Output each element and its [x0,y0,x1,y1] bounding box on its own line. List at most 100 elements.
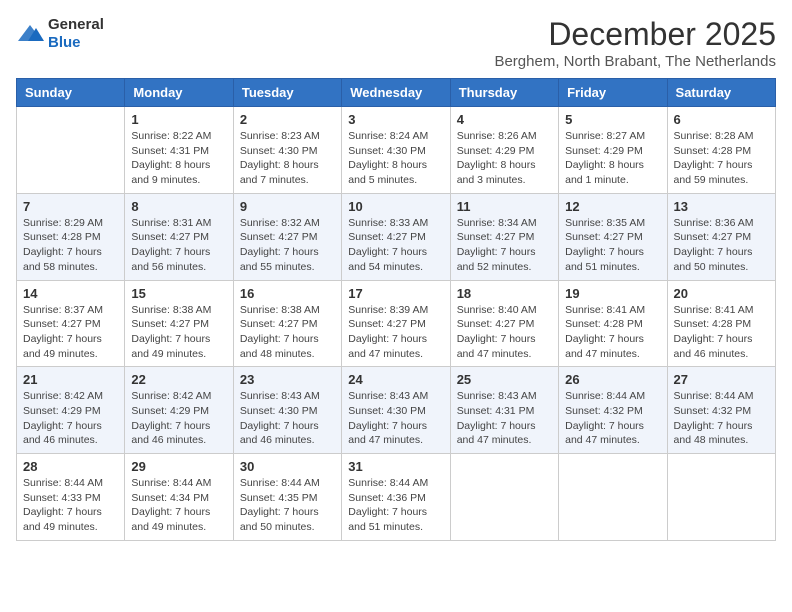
weekday-header-wednesday: Wednesday [342,79,450,107]
calendar-cell: 24 Sunrise: 8:43 AMSunset: 4:30 PMDayligh… [342,367,450,454]
cell-info: Sunrise: 8:22 AMSunset: 4:31 PMDaylight:… [131,129,226,188]
calendar-week-row: 7 Sunrise: 8:29 AMSunset: 4:28 PMDaylight… [17,193,776,280]
cell-info: Sunrise: 8:36 AMSunset: 4:27 PMDaylight:… [674,216,769,275]
cell-date-number: 23 [240,372,335,387]
cell-date-number: 18 [457,286,552,301]
weekday-header-row: SundayMondayTuesdayWednesdayThursdayFrid… [17,79,776,107]
cell-date-number: 11 [457,199,552,214]
calendar-cell: 6 Sunrise: 8:28 AMSunset: 4:28 PMDaylight… [667,107,775,194]
cell-date-number: 4 [457,112,552,127]
calendar-cell [667,454,775,541]
cell-info: Sunrise: 8:42 AMSunset: 4:29 PMDaylight:… [23,389,118,448]
cell-date-number: 6 [674,112,769,127]
calendar-cell: 16 Sunrise: 8:38 AMSunset: 4:27 PMDayligh… [233,280,341,367]
cell-date-number: 15 [131,286,226,301]
cell-info: Sunrise: 8:42 AMSunset: 4:29 PMDaylight:… [131,389,226,448]
cell-info: Sunrise: 8:41 AMSunset: 4:28 PMDaylight:… [674,303,769,362]
cell-info: Sunrise: 8:44 AMSunset: 4:34 PMDaylight:… [131,476,226,535]
calendar-cell: 2 Sunrise: 8:23 AMSunset: 4:30 PMDaylight… [233,107,341,194]
page-header: General Blue December 2025 Berghem, Nort… [16,16,776,70]
calendar-cell: 21 Sunrise: 8:42 AMSunset: 4:29 PMDayligh… [17,367,125,454]
calendar-cell: 10 Sunrise: 8:33 AMSunset: 4:27 PMDayligh… [342,193,450,280]
cell-info: Sunrise: 8:44 AMSunset: 4:36 PMDaylight:… [348,476,443,535]
calendar-cell: 9Sunrise: 8:32 AMSunset: 4:27 PMDaylight… [233,193,341,280]
calendar-cell: 17 Sunrise: 8:39 AMSunset: 4:27 PMDayligh… [342,280,450,367]
cell-info: Sunrise: 8:40 AMSunset: 4:27 PMDaylight:… [457,303,552,362]
cell-info: Sunrise: 8:43 AMSunset: 4:31 PMDaylight:… [457,389,552,448]
calendar-cell: 7 Sunrise: 8:29 AMSunset: 4:28 PMDaylight… [17,193,125,280]
cell-date-number: 21 [23,372,118,387]
calendar-cell: 3Sunrise: 8:24 AMSunset: 4:30 PMDaylight… [342,107,450,194]
cell-date-number: 3 [348,112,443,127]
calendar-cell: 27 Sunrise: 8:44 AMSunset: 4:32 PMDayligh… [667,367,775,454]
calendar-cell: 12 Sunrise: 8:35 AMSunset: 4:27 PMDayligh… [559,193,667,280]
cell-date-number: 30 [240,459,335,474]
calendar-cell: 28 Sunrise: 8:44 AMSunset: 4:33 PMDayligh… [17,454,125,541]
cell-date-number: 31 [348,459,443,474]
cell-date-number: 26 [565,372,660,387]
cell-info: Sunrise: 8:33 AMSunset: 4:27 PMDaylight:… [348,216,443,275]
calendar-cell: 13Sunrise: 8:36 AMSunset: 4:27 PMDayligh… [667,193,775,280]
cell-info: Sunrise: 8:35 AMSunset: 4:27 PMDaylight:… [565,216,660,275]
cell-info: Sunrise: 8:44 AMSunset: 4:32 PMDaylight:… [674,389,769,448]
cell-info: Sunrise: 8:38 AMSunset: 4:27 PMDaylight:… [131,303,226,362]
title-block: December 2025 Berghem, North Brabant, Th… [494,16,776,70]
calendar-week-row: 28 Sunrise: 8:44 AMSunset: 4:33 PMDayligh… [17,454,776,541]
cell-info: Sunrise: 8:38 AMSunset: 4:27 PMDaylight:… [240,303,335,362]
cell-info: Sunrise: 8:44 AMSunset: 4:33 PMDaylight:… [23,476,118,535]
calendar-cell: 22 Sunrise: 8:42 AMSunset: 4:29 PMDayligh… [125,367,233,454]
cell-info: Sunrise: 8:34 AMSunset: 4:27 PMDaylight:… [457,216,552,275]
logo-text: General Blue [48,16,104,52]
cell-date-number: 27 [674,372,769,387]
calendar-cell: 1Sunrise: 8:22 AMSunset: 4:31 PMDaylight… [125,107,233,194]
cell-info: Sunrise: 8:39 AMSunset: 4:27 PMDaylight:… [348,303,443,362]
cell-info: Sunrise: 8:37 AMSunset: 4:27 PMDaylight:… [23,303,118,362]
cell-info: Sunrise: 8:31 AMSunset: 4:27 PMDaylight:… [131,216,226,275]
cell-date-number: 2 [240,112,335,127]
cell-date-number: 22 [131,372,226,387]
weekday-header-thursday: Thursday [450,79,558,107]
calendar-cell [450,454,558,541]
cell-date-number: 16 [240,286,335,301]
cell-date-number: 12 [565,199,660,214]
weekday-header-sunday: Sunday [17,79,125,107]
cell-date-number: 24 [348,372,443,387]
cell-date-number: 17 [348,286,443,301]
calendar-cell: 8 Sunrise: 8:31 AMSunset: 4:27 PMDaylight… [125,193,233,280]
calendar-cell: 26 Sunrise: 8:44 AMSunset: 4:32 PMDayligh… [559,367,667,454]
calendar-cell: 4Sunrise: 8:26 AMSunset: 4:29 PMDaylight… [450,107,558,194]
calendar-cell: 11 Sunrise: 8:34 AMSunset: 4:27 PMDayligh… [450,193,558,280]
cell-date-number: 7 [23,199,118,214]
cell-info: Sunrise: 8:23 AMSunset: 4:30 PMDaylight:… [240,129,335,188]
cell-date-number: 8 [131,199,226,214]
cell-info: Sunrise: 8:43 AMSunset: 4:30 PMDaylight:… [348,389,443,448]
calendar-cell: 20Sunrise: 8:41 AMSunset: 4:28 PMDayligh… [667,280,775,367]
calendar-cell: 29 Sunrise: 8:44 AMSunset: 4:34 PMDayligh… [125,454,233,541]
cell-date-number: 14 [23,286,118,301]
calendar-cell: 18 Sunrise: 8:40 AMSunset: 4:27 PMDayligh… [450,280,558,367]
calendar-week-row: 21 Sunrise: 8:42 AMSunset: 4:29 PMDayligh… [17,367,776,454]
cell-info: Sunrise: 8:44 AMSunset: 4:35 PMDaylight:… [240,476,335,535]
logo-icon [16,23,44,45]
calendar-cell [17,107,125,194]
cell-info: Sunrise: 8:29 AMSunset: 4:28 PMDaylight:… [23,216,118,275]
cell-info: Sunrise: 8:28 AMSunset: 4:28 PMDaylight:… [674,129,769,188]
calendar-week-row: 14 Sunrise: 8:37 AMSunset: 4:27 PMDayligh… [17,280,776,367]
calendar-cell: 14 Sunrise: 8:37 AMSunset: 4:27 PMDayligh… [17,280,125,367]
cell-date-number: 10 [348,199,443,214]
calendar-table: SundayMondayTuesdayWednesdayThursdayFrid… [16,78,776,541]
calendar-cell: 15 Sunrise: 8:38 AMSunset: 4:27 PMDayligh… [125,280,233,367]
cell-date-number: 28 [23,459,118,474]
calendar-cell: 19Sunrise: 8:41 AMSunset: 4:28 PMDayligh… [559,280,667,367]
cell-info: Sunrise: 8:44 AMSunset: 4:32 PMDaylight:… [565,389,660,448]
calendar-cell: 23 Sunrise: 8:43 AMSunset: 4:30 PMDayligh… [233,367,341,454]
calendar-cell: 25Sunrise: 8:43 AMSunset: 4:31 PMDayligh… [450,367,558,454]
calendar-cell [559,454,667,541]
cell-info: Sunrise: 8:27 AMSunset: 4:29 PMDaylight:… [565,129,660,188]
cell-date-number: 19 [565,286,660,301]
cell-date-number: 5 [565,112,660,127]
cell-date-number: 9 [240,199,335,214]
weekday-header-friday: Friday [559,79,667,107]
cell-info: Sunrise: 8:43 AMSunset: 4:30 PMDaylight:… [240,389,335,448]
cell-date-number: 29 [131,459,226,474]
